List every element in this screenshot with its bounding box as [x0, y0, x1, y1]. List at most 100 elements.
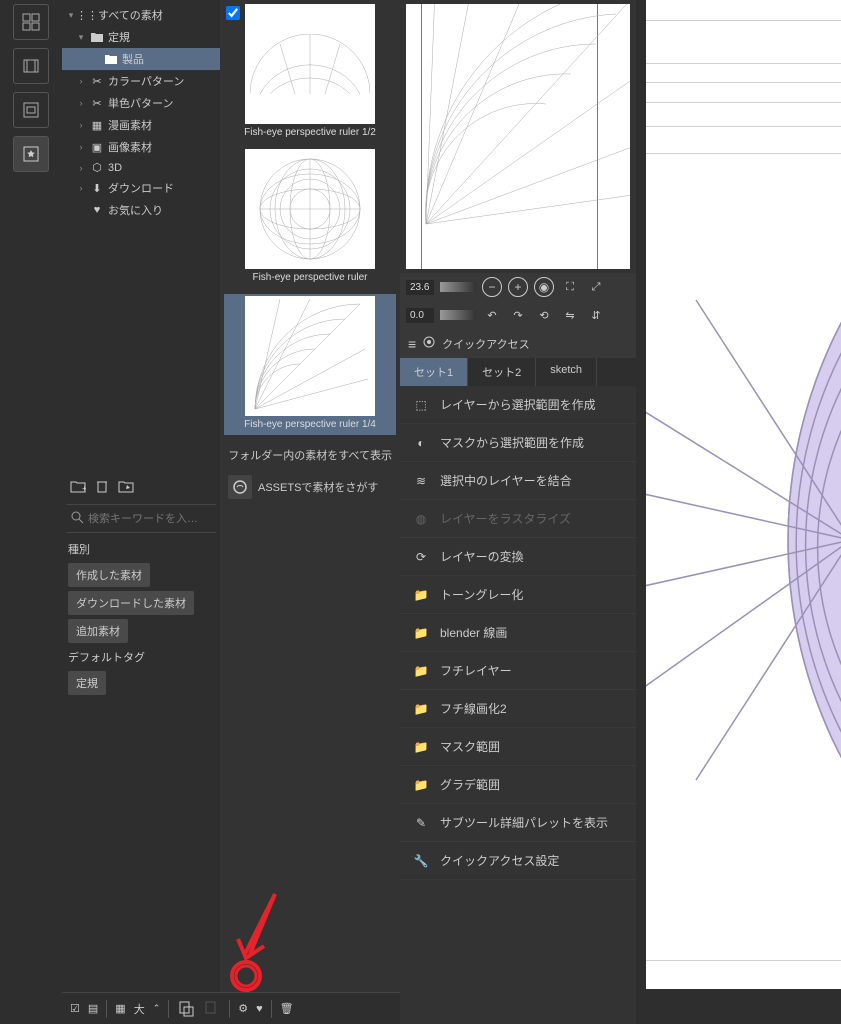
qa-item-rasterize[interactable]: ◍レイヤーをラスタライズ: [400, 500, 636, 538]
asset-item-3[interactable]: Fish-eye perspective ruler 1/4: [224, 294, 396, 435]
rotate-cw-icon[interactable]: ↷: [508, 305, 528, 325]
chip-downloaded[interactable]: ダウンロードした素材: [68, 591, 194, 615]
tree-manga[interactable]: ›▦漫画素材: [62, 114, 220, 136]
qa-item-tone-gray[interactable]: 📁トーングレー化: [400, 576, 636, 614]
zoom-in-button[interactable]: +: [508, 277, 528, 297]
gear-icon[interactable]: ⚙: [238, 1002, 248, 1015]
tree-label: カラーパターン: [108, 73, 184, 89]
paste-to-canvas-icon[interactable]: [177, 1000, 195, 1018]
layers-icon: ≋: [412, 474, 430, 488]
delete-folder-icon[interactable]: [94, 479, 110, 496]
canvas[interactable]: [636, 0, 841, 1024]
asset-checkbox-3[interactable]: [226, 6, 240, 20]
app-icon-film[interactable]: [13, 48, 49, 84]
assets-search-label: ASSETSで素材をさがす: [258, 479, 378, 495]
tree-color-pattern[interactable]: ›✂カラーパターン: [62, 70, 220, 92]
selection-icon: ⬚: [412, 398, 430, 412]
flip-vertical-icon[interactable]: ⇵: [586, 305, 606, 325]
chevron-up-icon[interactable]: ⌃: [153, 1003, 161, 1014]
folder-icon: 📁: [412, 626, 430, 640]
qa-item-merge-layers[interactable]: ≋選択中のレイヤーを結合: [400, 462, 636, 500]
qa-item-edge-line2[interactable]: 📁フチ線画化2: [400, 690, 636, 728]
folder-icon: [90, 31, 104, 43]
assets-search-link[interactable]: ASSETSで素材をさがす: [224, 471, 396, 503]
navigator-preview[interactable]: [400, 0, 636, 273]
folder-icon: 📁: [412, 664, 430, 678]
qa-item-mask-selection[interactable]: ◐マスクから選択範囲を作成: [400, 424, 636, 462]
asset-label: Fish-eye perspective ruler: [224, 269, 396, 286]
trash-icon[interactable]: 🗑: [280, 1002, 294, 1015]
qa-item-subtool-detail[interactable]: ✎サブツール詳細パレットを表示: [400, 804, 636, 842]
check-icon[interactable]: ☑: [70, 1002, 80, 1015]
mask-icon: ◐: [412, 436, 430, 450]
size-label[interactable]: 大: [134, 1001, 145, 1017]
paste-disabled-icon: [203, 1000, 221, 1018]
asset-bottom-toolbar: ☑ ▤ ▦ 大 ⌃ ⚙ ♥ 🗑: [62, 992, 400, 1024]
flip-horizontal-icon[interactable]: ⇋: [560, 305, 580, 325]
grid-view-icon[interactable]: ▦: [115, 1002, 125, 1015]
tree-label: すべての素材: [98, 7, 163, 23]
heart-icon: ♥: [90, 204, 104, 216]
folder-icon: [104, 53, 118, 65]
asset-item-2[interactable]: Fish-eye perspective ruler: [224, 149, 396, 286]
heart-icon[interactable]: ♥: [256, 1003, 263, 1015]
rasterize-icon: ◍: [412, 512, 430, 526]
filter-default-tag-header: デフォルトタグ: [66, 645, 216, 669]
chip-added[interactable]: 追加素材: [68, 619, 128, 643]
qa-item-layer-selection[interactable]: ⬚レイヤーから選択範囲を作成: [400, 386, 636, 424]
tree-download[interactable]: ›⬇ダウンロード: [62, 177, 220, 199]
chip-created[interactable]: 作成した素材: [68, 563, 150, 587]
assets-logo-icon: [228, 475, 252, 499]
zoom-fit-button[interactable]: ◉: [534, 277, 554, 297]
app-icon-star[interactable]: [13, 136, 49, 172]
tree-label: 漫画素材: [108, 117, 152, 133]
target-icon: [422, 335, 436, 352]
tree-folder-ruler[interactable]: ▾定規: [62, 26, 220, 48]
frame-icon: ▦: [90, 119, 104, 132]
reset-rotation-icon[interactable]: ⟲: [534, 305, 554, 325]
fit-screen-icon[interactable]: ⛶: [560, 277, 580, 297]
tab-sketch[interactable]: sketch: [536, 358, 597, 386]
cross-icon: ✂: [90, 97, 104, 110]
tree-label: 画像素材: [108, 139, 152, 155]
rotate-ccw-icon[interactable]: ↶: [482, 305, 502, 325]
qa-item-gradient-range[interactable]: 📁グラデ範囲: [400, 766, 636, 804]
qa-item-qa-settings[interactable]: 🔧クイックアクセス設定: [400, 842, 636, 880]
tree-root[interactable]: ▾⋮⋮すべての素材: [62, 4, 220, 26]
cross-icon: ✂: [90, 75, 104, 88]
new-folder-icon[interactable]: +: [70, 479, 86, 496]
svg-text:+: +: [82, 484, 86, 493]
angle-value[interactable]: 0.0: [406, 308, 434, 323]
brush-icon: ✎: [412, 816, 430, 830]
tree-folder-product[interactable]: 製品: [62, 48, 220, 70]
tree-image[interactable]: ›▣画像素材: [62, 136, 220, 158]
tree-mono-pattern[interactable]: ›✂単色パターン: [62, 92, 220, 114]
asset-label: Fish-eye perspective ruler 1/2: [224, 124, 396, 141]
tree-3d[interactable]: ›⬡3D: [62, 158, 220, 177]
image-icon: ▣: [90, 141, 104, 154]
chip-ruler[interactable]: 定規: [68, 671, 106, 695]
download-icon: ⬇: [90, 182, 104, 195]
asset-item-1[interactable]: Fish-eye perspective ruler 1/2: [224, 4, 396, 141]
app-icon-grid[interactable]: [13, 4, 49, 40]
qa-item-edge-layer[interactable]: 📁フチレイヤー: [400, 652, 636, 690]
qa-item-blender-line[interactable]: 📁blender 線画: [400, 614, 636, 652]
qa-item-convert-layer[interactable]: ⟳レイヤーの変換: [400, 538, 636, 576]
tab-set1[interactable]: セット1: [400, 358, 468, 386]
tree-label: 製品: [122, 51, 144, 67]
expand-icon[interactable]: ⤢: [586, 277, 606, 297]
list-view-icon[interactable]: ▤: [88, 1002, 98, 1015]
menu-icon[interactable]: ≡: [408, 336, 416, 352]
folder-icon: 📁: [412, 778, 430, 792]
angle-slider[interactable]: [440, 310, 476, 320]
tree-favorite[interactable]: ♥お気に入り: [62, 199, 220, 221]
zoom-out-button[interactable]: −: [482, 277, 502, 297]
tab-set2[interactable]: セット2: [468, 358, 536, 386]
zoom-slider[interactable]: [440, 282, 476, 292]
app-icon-archive[interactable]: [13, 92, 49, 128]
qa-item-mask-range[interactable]: 📁マスク範囲: [400, 728, 636, 766]
show-all-link[interactable]: フォルダー内の素材をすべて表示: [224, 439, 396, 471]
zoom-value[interactable]: 23.6: [406, 280, 434, 295]
edit-folder-icon[interactable]: [118, 479, 134, 496]
search-input[interactable]: [88, 513, 230, 525]
